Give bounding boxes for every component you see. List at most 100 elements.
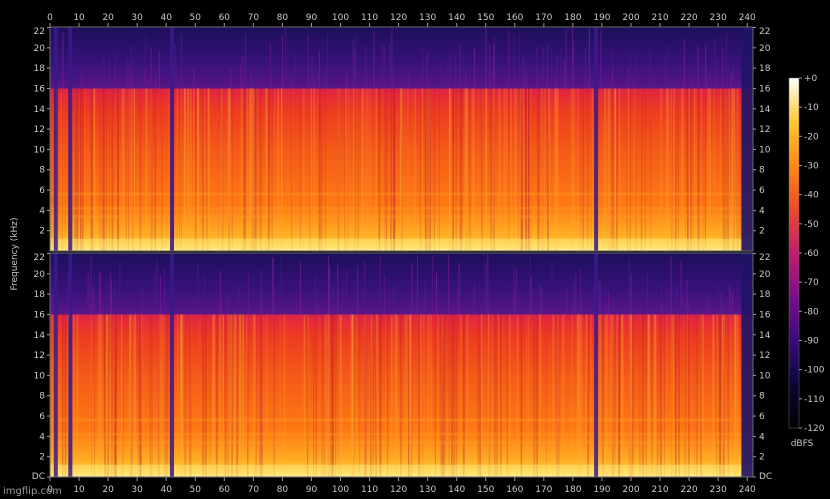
hf-spike: [732, 292, 734, 315]
x-tick-label-top: 60: [219, 13, 231, 23]
spectral-streak: [429, 88, 431, 251]
hf-spike: [705, 306, 707, 315]
hf-spike: [74, 290, 76, 315]
spectral-streak: [502, 314, 503, 477]
x-tick-label-top: 150: [477, 13, 494, 23]
spectral-streak: [313, 88, 316, 251]
x-tick-label-bottom: 190: [593, 485, 610, 495]
spectral-streak: [355, 314, 357, 477]
spectral-streak: [227, 88, 228, 251]
y-tick-label-right: 18: [759, 290, 771, 300]
hf-spike: [273, 286, 275, 315]
y-tick-label-left: 4: [39, 432, 45, 442]
spectral-streak: [410, 314, 412, 477]
spectral-streak: [184, 88, 186, 251]
spectral-streak: [472, 88, 474, 251]
hf-spike: [287, 293, 289, 315]
colorbar-gradient: [788, 77, 800, 429]
spectral-streak: [722, 314, 725, 477]
spectral-streak: [309, 88, 311, 251]
x-tick-label-top: 240: [739, 13, 756, 23]
spectral-streak: [91, 314, 93, 477]
spectral-streak: [590, 314, 592, 477]
spectral-streak: [390, 88, 393, 251]
spectral-streak: [681, 88, 684, 251]
hf-spike: [346, 73, 348, 89]
spectral-streak: [496, 314, 498, 477]
spectral-streak: [606, 88, 608, 251]
spectral-streak: [393, 88, 395, 251]
spectral-streak: [442, 314, 445, 477]
spectral-streak: [519, 88, 521, 251]
spectral-streak: [618, 314, 621, 477]
harmonic-band: [50, 206, 753, 210]
hf-spike: [640, 87, 642, 89]
spectral-streak: [98, 314, 100, 477]
hf-spike: [155, 75, 157, 89]
hf-spike: [474, 280, 475, 315]
spectral-streak: [503, 88, 506, 251]
hf-spike: [219, 270, 221, 315]
hf-spike: [337, 264, 339, 315]
spectral-streak: [261, 88, 262, 251]
spectral-streak: [267, 88, 270, 251]
hf-spike: [680, 260, 682, 315]
spectral-streak: [91, 314, 92, 477]
hf-spike: [547, 44, 548, 89]
y-tick-label-right: 8: [759, 166, 765, 176]
hf-spike: [514, 291, 516, 315]
dropout-gap: [53, 27, 58, 251]
spectral-streak: [207, 88, 210, 251]
hf-spike: [99, 271, 101, 315]
hf-spike: [307, 34, 309, 89]
spectral-streak: [506, 314, 508, 477]
hf-spike: [458, 263, 460, 315]
spectral-streak: [470, 88, 472, 251]
spectral-streak: [213, 314, 216, 477]
spectral-streak: [161, 88, 163, 251]
spectral-streak: [386, 314, 389, 477]
spectral-streak: [62, 314, 64, 477]
spectral-streak: [319, 314, 321, 477]
hf-spike: [489, 43, 491, 89]
hf-spike: [564, 61, 566, 89]
x-tick-label-top: 170: [535, 13, 552, 23]
hf-spike: [445, 68, 447, 89]
spectral-streak: [184, 314, 187, 477]
spectral-streak: [659, 314, 662, 477]
hf-spike: [90, 256, 92, 315]
spectral-streak: [635, 88, 637, 251]
hf-spike: [119, 261, 121, 315]
spectral-streak: [256, 88, 259, 251]
hf-spike: [573, 39, 575, 89]
spectral-streak: [345, 88, 347, 251]
hf-spike: [411, 263, 413, 315]
spectral-streak: [530, 88, 532, 251]
x-tick-label-bottom: 70: [248, 485, 260, 495]
y-tick-label-right: 12: [759, 351, 770, 361]
spectral-streak: [266, 314, 269, 477]
spectral-streak: [164, 314, 166, 477]
spectral-streak: [105, 314, 108, 477]
spectral-streak: [627, 88, 630, 251]
spectral-streak: [76, 314, 79, 477]
spectral-streak: [614, 314, 616, 477]
spectral-streak: [712, 314, 715, 477]
colorbar-tick-label: -60: [804, 249, 819, 259]
hf-spike: [81, 73, 83, 89]
y-tick-label-right: 14: [759, 105, 771, 115]
hf-spike: [513, 268, 515, 315]
hf-spike: [227, 297, 229, 315]
x-axis-bottom: 0 10 20 30 40 50 60 70 80 90 100 110 120 130 140 150 160…: [47, 477, 756, 495]
hf-spike: [529, 255, 531, 315]
spectral-streak: [492, 88, 495, 251]
spectral-streak: [721, 314, 723, 477]
spectral-streak: [736, 314, 738, 477]
spectral-streak: [255, 314, 257, 477]
spectral-streak: [692, 88, 694, 251]
hf-spike: [389, 43, 391, 89]
spectral-streak: [178, 88, 180, 251]
spectral-streak: [468, 88, 471, 251]
spectral-streak: [404, 88, 406, 251]
hf-spike: [381, 42, 383, 89]
